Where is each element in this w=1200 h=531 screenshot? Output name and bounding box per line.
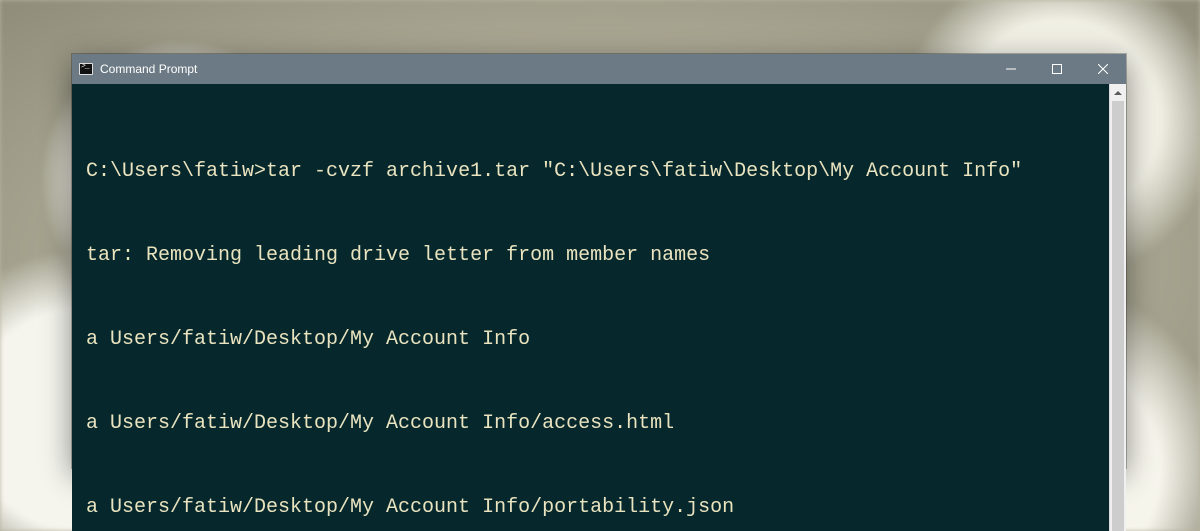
window-controls	[988, 54, 1126, 84]
close-icon	[1098, 64, 1108, 74]
maximize-icon	[1052, 64, 1062, 74]
maximize-button[interactable]	[1034, 54, 1080, 84]
terminal-line: tar: Removing leading drive letter from …	[86, 242, 1097, 270]
command-prompt-window: Command Prompt C:\Users\fatiw>tar -cvzf …	[72, 54, 1126, 468]
scroll-up-button[interactable]	[1110, 84, 1126, 101]
vertical-scrollbar[interactable]	[1109, 84, 1126, 531]
window-title: Command Prompt	[100, 62, 197, 76]
app-icon-wrap	[72, 54, 100, 84]
terminal-line: a Users/fatiw/Desktop/My Account Info/ac…	[86, 410, 1097, 438]
close-button[interactable]	[1080, 54, 1126, 84]
minimize-icon	[1006, 64, 1016, 74]
command-text: tar -cvzf archive1.tar "C:\Users\fatiw\D…	[266, 160, 1022, 183]
window-client-area: C:\Users\fatiw>tar -cvzf archive1.tar "C…	[72, 84, 1126, 531]
minimize-button[interactable]	[988, 54, 1034, 84]
scrollbar-track[interactable]	[1110, 101, 1126, 531]
terminal-line: C:\Users\fatiw>tar -cvzf archive1.tar "C…	[86, 158, 1097, 186]
terminal-line: a Users/fatiw/Desktop/My Account Info/po…	[86, 494, 1097, 522]
prompt-text: C:\Users\fatiw>	[86, 160, 266, 183]
chevron-up-icon	[1114, 89, 1122, 97]
terminal-output-area[interactable]: C:\Users\fatiw>tar -cvzf archive1.tar "C…	[72, 84, 1109, 531]
command-prompt-icon	[79, 63, 93, 75]
scrollbar-thumb[interactable]	[1112, 101, 1124, 531]
titlebar[interactable]: Command Prompt	[72, 54, 1126, 84]
terminal-line: a Users/fatiw/Desktop/My Account Info	[86, 326, 1097, 354]
